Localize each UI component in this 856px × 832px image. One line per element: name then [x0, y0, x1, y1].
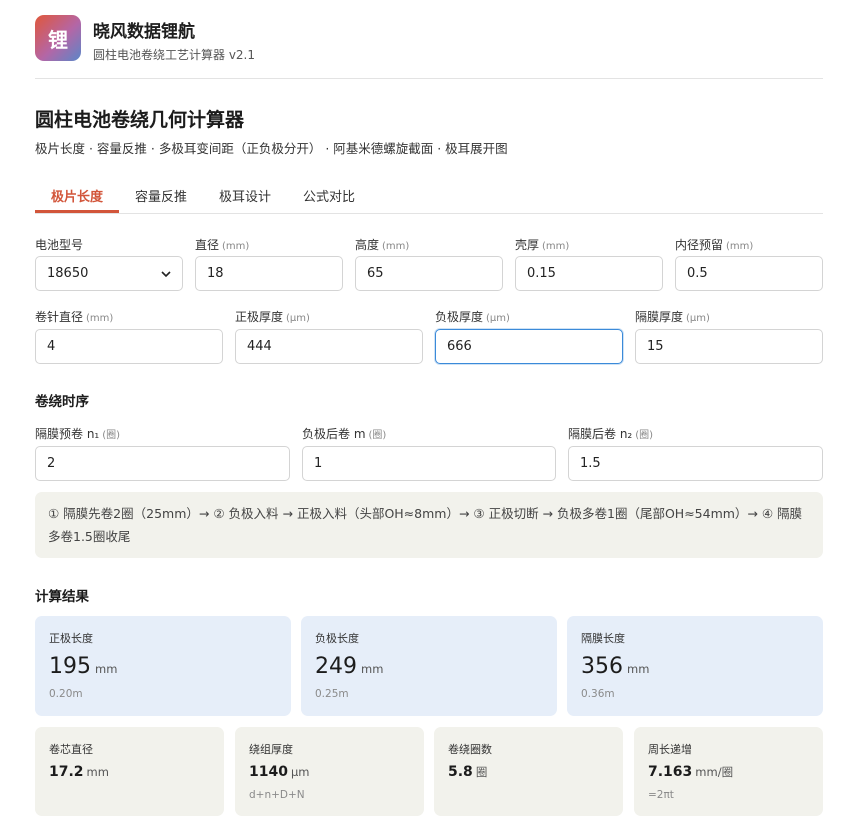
result-label: 负极长度 [315, 632, 359, 645]
field-label-inner-reserve: 内径预留 (mm) [675, 238, 754, 252]
field-label-anode-postwind: 负极后卷 m (圈) [302, 427, 387, 441]
chevron-down-icon [161, 270, 171, 277]
mandrel-diameter-input[interactable]: 4 [35, 329, 223, 364]
result-label: 绕组厚度 [249, 743, 293, 756]
tabs-divider [35, 213, 823, 214]
height-input[interactable]: 65 [355, 256, 503, 291]
winding-sequence-note: ① 隔膜先卷2圈（25mm）→ ② 负极入料 → 正极入料（头部OH≈8mm）→… [35, 492, 823, 558]
result-value: 195 mm [49, 654, 118, 679]
result-value: 5.8 圈 [448, 764, 488, 780]
result-label: 卷绕圈数 [448, 743, 492, 756]
result-card-perimeter-increment: 周长递增 7.163 mm/圈 =2πt [634, 727, 823, 816]
inner-reserve-input[interactable]: 0.5 [675, 256, 823, 291]
tab-electrode-length[interactable]: 极片长度 [51, 186, 103, 205]
result-card-core-diameter: 卷芯直径 17.2 mm [35, 727, 224, 816]
anode-postwind-input[interactable]: 1 [302, 446, 556, 481]
result-value: 356 mm [581, 654, 650, 679]
separator-prewind-input[interactable]: 2 [35, 446, 290, 481]
app-title: 晓风数据锂航 [93, 22, 195, 42]
result-sub: 0.20m [49, 688, 83, 700]
result-label: 隔膜长度 [581, 632, 625, 645]
field-label-mandrel-diameter: 卷针直径 (mm) [35, 310, 114, 324]
result-card-turn-count: 卷绕圈数 5.8 圈 [434, 727, 623, 816]
field-label-cathode-thickness: 正极厚度 (μm) [235, 310, 310, 324]
result-sub: =2πt [648, 789, 674, 801]
field-label-separator-prewind: 隔膜预卷 n₁ (圈) [35, 427, 121, 441]
header-divider [35, 78, 823, 79]
result-label: 卷芯直径 [49, 743, 93, 756]
result-label: 正极长度 [49, 632, 93, 645]
field-label-height: 高度 (mm) [355, 238, 410, 252]
tab-capacity-inverse[interactable]: 容量反推 [135, 186, 187, 205]
winding-section-title: 卷绕时序 [35, 394, 89, 410]
result-card-anode-length: 负极长度 249 mm 0.25m [301, 616, 557, 716]
active-tab-indicator [35, 210, 119, 213]
battery-model-select[interactable]: 18650 [35, 256, 183, 291]
result-sub: d+n+D+N [249, 789, 305, 801]
tab-tab-design[interactable]: 极耳设计 [219, 186, 271, 205]
separator-postwind-input[interactable]: 1.5 [568, 446, 823, 481]
app-logo-icon: 锂 [35, 15, 81, 61]
cathode-thickness-input[interactable]: 444 [235, 329, 423, 364]
field-label-anode-thickness: 负极厚度 (μm) [435, 310, 510, 324]
anode-thickness-input[interactable]: 666 [435, 329, 623, 364]
result-sub: 0.25m [315, 688, 349, 700]
result-sub: 0.36m [581, 688, 615, 700]
app-subtitle: 圆柱电池卷绕工艺计算器 v2.1 [93, 48, 256, 62]
field-label-separator-postwind: 隔膜后卷 n₂ (圈) [568, 427, 654, 441]
result-card-separator-length: 隔膜长度 356 mm 0.36m [567, 616, 823, 716]
field-label-shell-thickness: 壳厚 (mm) [515, 238, 570, 252]
result-value: 249 mm [315, 654, 384, 679]
result-label: 周长递增 [648, 743, 692, 756]
field-label-separator-thickness: 隔膜厚度 (μm) [635, 310, 710, 324]
result-value: 1140 μm [249, 764, 310, 780]
field-label-diameter: 直径 (mm) [195, 238, 250, 252]
diameter-input[interactable]: 18 [195, 256, 343, 291]
result-value: 7.163 mm/圈 [648, 764, 734, 780]
page-description: 极片长度 · 容量反推 · 多极耳变间距（正负极分开） · 阿基米德螺旋截面 ·… [35, 141, 508, 156]
result-card-winding-thickness: 绕组厚度 1140 μm d+n+D+N [235, 727, 424, 816]
page-title: 圆柱电池卷绕几何计算器 [35, 109, 245, 131]
shell-thickness-input[interactable]: 0.15 [515, 256, 663, 291]
result-value: 17.2 mm [49, 764, 109, 780]
separator-thickness-input[interactable]: 15 [635, 329, 823, 364]
results-section-title: 计算结果 [35, 589, 89, 605]
field-label-model: 电池型号 [35, 238, 84, 252]
result-card-cathode-length: 正极长度 195 mm 0.20m [35, 616, 291, 716]
tab-formula-compare[interactable]: 公式对比 [303, 186, 355, 205]
